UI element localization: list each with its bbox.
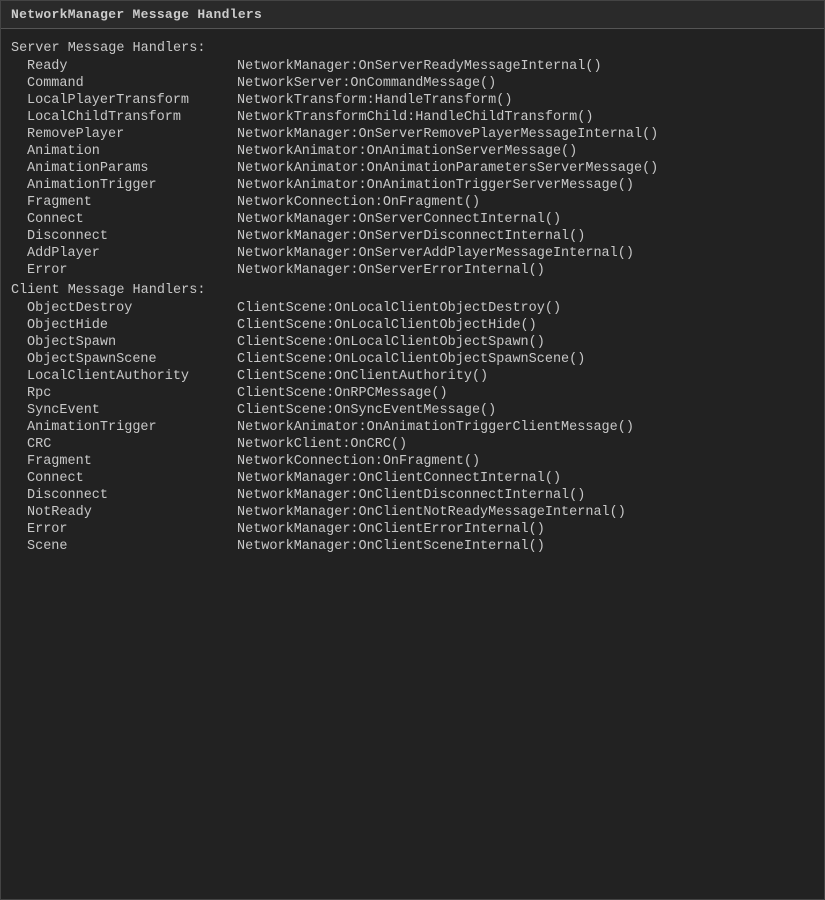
client-handler-row: CRCNetworkClient:OnCRC() [11, 436, 814, 453]
server-handler-row: AddPlayerNetworkManager:OnServerAddPlaye… [11, 245, 814, 262]
server-handler-name: Disconnect [27, 229, 237, 244]
client-handler-method: ClientScene:OnClientAuthority() [237, 369, 488, 384]
server-handlers-list: ReadyNetworkManager:OnServerReadyMessage… [11, 58, 814, 279]
client-handler-method: NetworkManager:OnClientErrorInternal() [237, 522, 545, 537]
server-section-header: Server Message Handlers: [11, 41, 814, 56]
server-handler-method: NetworkManager:OnServerRemovePlayerMessa… [237, 127, 658, 142]
client-handler-name: ObjectHide [27, 318, 237, 333]
client-handler-method: ClientScene:OnLocalClientObjectSpawn() [237, 335, 545, 350]
client-handler-name: ObjectSpawn [27, 335, 237, 350]
client-handler-name: NotReady [27, 505, 237, 520]
server-handler-method: NetworkConnection:OnFragment() [237, 195, 480, 210]
server-handler-name: Ready [27, 59, 237, 74]
server-handler-method: NetworkAnimator:OnAnimationParametersSer… [237, 161, 658, 176]
server-handler-method: NetworkTransform:HandleTransform() [237, 93, 512, 108]
client-handler-method: NetworkManager:OnClientNotReadyMessageIn… [237, 505, 626, 520]
client-handler-row: FragmentNetworkConnection:OnFragment() [11, 453, 814, 470]
client-handler-name: ObjectSpawnScene [27, 352, 237, 367]
server-handler-name: AnimationTrigger [27, 178, 237, 193]
server-handler-name: Fragment [27, 195, 237, 210]
client-handlers-list: ObjectDestroyClientScene:OnLocalClientOb… [11, 300, 814, 555]
server-handler-row: LocalPlayerTransformNetworkTransform:Han… [11, 92, 814, 109]
panel-content: Server Message Handlers: ReadyNetworkMan… [1, 29, 824, 899]
server-handler-row: DisconnectNetworkManager:OnServerDisconn… [11, 228, 814, 245]
client-handler-name: Scene [27, 539, 237, 554]
client-handler-method: ClientScene:OnLocalClientObjectHide() [237, 318, 537, 333]
server-handler-row: ConnectNetworkManager:OnServerConnectInt… [11, 211, 814, 228]
client-handler-name: CRC [27, 437, 237, 452]
client-handler-name: Connect [27, 471, 237, 486]
server-handler-method: NetworkManager:OnServerDisconnectInterna… [237, 229, 585, 244]
client-handler-method: ClientScene:OnSyncEventMessage() [237, 403, 496, 418]
server-handler-name: Command [27, 76, 237, 91]
client-handler-row: ObjectDestroyClientScene:OnLocalClientOb… [11, 300, 814, 317]
panel-title: NetworkManager Message Handlers [11, 7, 262, 22]
panel-header: NetworkManager Message Handlers [1, 1, 824, 29]
client-handler-name: Error [27, 522, 237, 537]
client-handler-row: AnimationTriggerNetworkAnimator:OnAnimat… [11, 419, 814, 436]
client-handler-row: SyncEventClientScene:OnSyncEventMessage(… [11, 402, 814, 419]
server-handler-name: LocalPlayerTransform [27, 93, 237, 108]
server-handler-method: NetworkServer:OnCommandMessage() [237, 76, 496, 91]
server-handler-name: AnimationParams [27, 161, 237, 176]
client-handler-row: ObjectSpawnSceneClientScene:OnLocalClien… [11, 351, 814, 368]
client-handler-method: NetworkClient:OnCRC() [237, 437, 407, 452]
client-handler-row: NotReadyNetworkManager:OnClientNotReadyM… [11, 504, 814, 521]
server-handler-row: FragmentNetworkConnection:OnFragment() [11, 194, 814, 211]
client-handler-method: NetworkManager:OnClientConnectInternal() [237, 471, 561, 486]
server-handler-row: RemovePlayerNetworkManager:OnServerRemov… [11, 126, 814, 143]
client-handler-method: NetworkAnimator:OnAnimationTriggerClient… [237, 420, 634, 435]
server-handler-name: Connect [27, 212, 237, 227]
client-handler-row: ObjectSpawnClientScene:OnLocalClientObje… [11, 334, 814, 351]
server-handler-method: NetworkManager:OnServerConnectInternal() [237, 212, 561, 227]
server-handler-name: Animation [27, 144, 237, 159]
client-handler-row: LocalClientAuthorityClientScene:OnClient… [11, 368, 814, 385]
server-handler-row: AnimationTriggerNetworkAnimator:OnAnimat… [11, 177, 814, 194]
main-panel: NetworkManager Message Handlers Server M… [0, 0, 825, 900]
client-handler-row: ObjectHideClientScene:OnLocalClientObjec… [11, 317, 814, 334]
server-handler-method: NetworkTransformChild:HandleChildTransfo… [237, 110, 593, 125]
client-handler-name: SyncEvent [27, 403, 237, 418]
client-handler-name: AnimationTrigger [27, 420, 237, 435]
client-handler-row: ErrorNetworkManager:OnClientErrorInterna… [11, 521, 814, 538]
client-handler-name: LocalClientAuthority [27, 369, 237, 384]
client-handler-method: NetworkConnection:OnFragment() [237, 454, 480, 469]
server-handler-row: AnimationParamsNetworkAnimator:OnAnimati… [11, 160, 814, 177]
client-handler-method: ClientScene:OnLocalClientObjectDestroy() [237, 301, 561, 316]
server-handler-name: LocalChildTransform [27, 110, 237, 125]
client-handler-row: SceneNetworkManager:OnClientSceneInterna… [11, 538, 814, 555]
client-handler-name: Fragment [27, 454, 237, 469]
server-handler-row: ErrorNetworkManager:OnServerErrorInterna… [11, 262, 814, 279]
server-handler-method: NetworkManager:OnServerReadyMessageInter… [237, 59, 602, 74]
server-handler-name: RemovePlayer [27, 127, 237, 142]
client-section-header: Client Message Handlers: [11, 283, 814, 298]
client-handler-row: DisconnectNetworkManager:OnClientDisconn… [11, 487, 814, 504]
server-handler-method: NetworkManager:OnServerErrorInternal() [237, 263, 545, 278]
server-handler-row: CommandNetworkServer:OnCommandMessage() [11, 75, 814, 92]
client-handler-method: ClientScene:OnLocalClientObjectSpawnScen… [237, 352, 585, 367]
server-handler-method: NetworkManager:OnServerAddPlayerMessageI… [237, 246, 634, 261]
client-handler-row: RpcClientScene:OnRPCMessage() [11, 385, 814, 402]
server-handler-row: AnimationNetworkAnimator:OnAnimationServ… [11, 143, 814, 160]
client-handler-row: ConnectNetworkManager:OnClientConnectInt… [11, 470, 814, 487]
server-handler-name: Error [27, 263, 237, 278]
server-handler-row: LocalChildTransformNetworkTransformChild… [11, 109, 814, 126]
client-handler-method: NetworkManager:OnClientDisconnectInterna… [237, 488, 585, 503]
server-handler-name: AddPlayer [27, 246, 237, 261]
client-handler-name: ObjectDestroy [27, 301, 237, 316]
client-handler-method: NetworkManager:OnClientSceneInternal() [237, 539, 545, 554]
client-handler-name: Disconnect [27, 488, 237, 503]
server-handler-method: NetworkAnimator:OnAnimationTriggerServer… [237, 178, 634, 193]
client-handler-method: ClientScene:OnRPCMessage() [237, 386, 448, 401]
server-handler-row: ReadyNetworkManager:OnServerReadyMessage… [11, 58, 814, 75]
client-handler-name: Rpc [27, 386, 237, 401]
server-handler-method: NetworkAnimator:OnAnimationServerMessage… [237, 144, 577, 159]
